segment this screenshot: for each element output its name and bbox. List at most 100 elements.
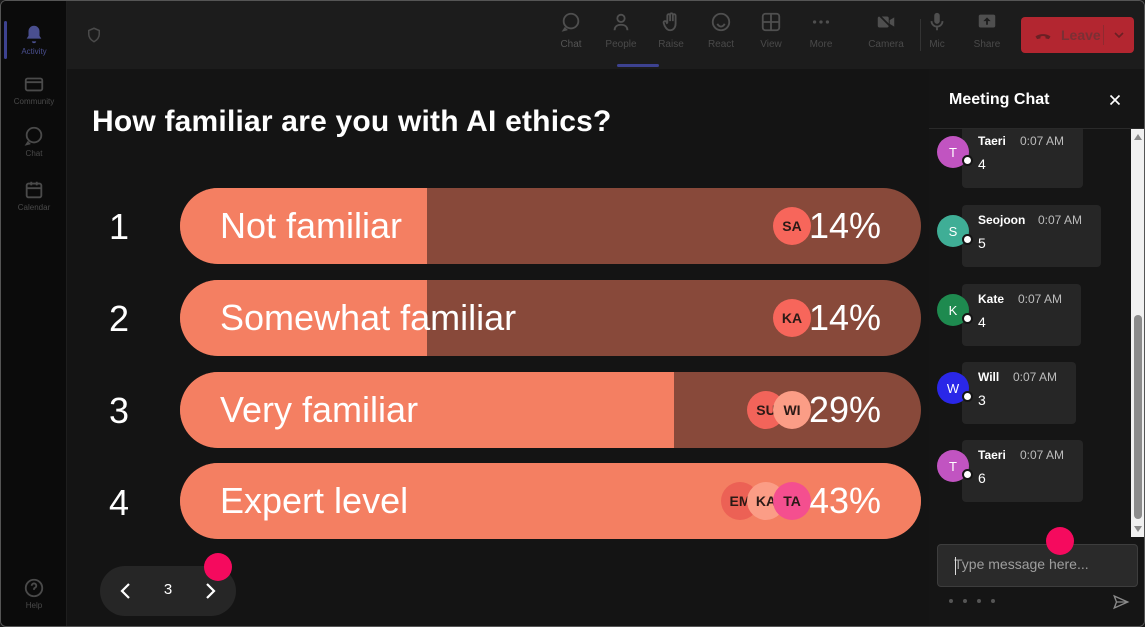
meeting-chat-panel: Meeting Chat Taeri 0:07 AM 4 T Seojoon 0… (929, 69, 1144, 626)
mic-button[interactable]: Mic (915, 11, 959, 61)
chat-icon (561, 12, 580, 32)
message-text: 5 (978, 235, 986, 251)
more-button[interactable]: More (799, 11, 843, 61)
leave-label: Leave (1061, 27, 1101, 43)
sender-name: Will (978, 370, 1000, 384)
poll-option-bar[interactable]: Somewhat familiar KA 14% (180, 280, 921, 356)
chevron-down-icon[interactable] (1111, 27, 1127, 43)
chat-bubble-icon (24, 126, 43, 146)
chat-message: Taeri 0:07 AM 6 T (929, 440, 1131, 506)
react-label: React (707, 39, 735, 50)
message-text: 4 (978, 156, 986, 172)
people-button[interactable]: People (599, 11, 643, 61)
rail-label: Activity (21, 46, 47, 56)
poll-option-bar[interactable]: Very familiar SU WI 29% (180, 372, 921, 448)
voter-avatar: KA (773, 299, 811, 337)
rail-item-help[interactable]: Help (1, 569, 67, 617)
sender-name: Taeri (978, 134, 1006, 148)
rail-label: Help (25, 600, 43, 610)
option-label: Somewhat familiar (220, 297, 517, 338)
chevron-right-icon[interactable] (198, 579, 222, 603)
microphone-icon (930, 12, 944, 31)
sender-name: Kate (978, 292, 1005, 306)
sender-name: Taeri (978, 448, 1006, 462)
chat-message: Seojoon 0:07 AM 5 S (929, 205, 1131, 271)
message-text: 6 (978, 470, 986, 486)
message-time: 0:07 AM (1038, 213, 1083, 227)
rail-label: Community (13, 96, 55, 106)
option-label: Expert level (220, 480, 409, 521)
camera-label: Camera (868, 39, 904, 50)
message-bubble: Seojoon 0:07 AM 5 (962, 205, 1101, 267)
message-time: 0:07 AM (1013, 370, 1058, 384)
grid-icon (761, 12, 781, 32)
option-percent: 43% (808, 480, 881, 521)
presence-dot (962, 313, 973, 324)
chat-message-input[interactable]: Type message here... (937, 544, 1138, 587)
send-icon[interactable] (1112, 593, 1130, 611)
presence-dot (962, 155, 973, 166)
option-number: 4 (108, 482, 130, 523)
rail-label: Calendar (17, 202, 51, 212)
poll-option-bar[interactable]: Expert level EM KA TA 43% (180, 463, 921, 539)
meeting-window: Activity Community Chat Calendar Help Ch… (0, 0, 1145, 627)
poll-question: How familiar are you with AI ethics? (92, 105, 612, 138)
format-tools-icon[interactable] (947, 596, 1007, 606)
share-screen-icon (978, 14, 996, 28)
rail-item-calendar[interactable]: Calendar (1, 171, 67, 219)
community-icon (24, 77, 44, 91)
option-percent: 29% (808, 389, 881, 430)
chat-input-placeholder: Type message here... (954, 556, 1089, 572)
help-icon (24, 578, 44, 597)
share-label: Share (973, 39, 1001, 50)
message-text: 3 (978, 392, 986, 408)
hand-icon (662, 12, 677, 32)
poll-option-bar[interactable]: Not familiar SA 14% (180, 188, 921, 264)
person-icon (613, 13, 629, 31)
poll-panel: How familiar are you with AI ethics? 1 N… (67, 69, 929, 626)
rail-item-chat[interactable]: Chat (1, 117, 67, 165)
calendar-icon (25, 181, 43, 198)
raise-hand-button[interactable]: Raise (649, 11, 693, 61)
rail-item-activity[interactable]: Activity (1, 15, 67, 63)
meeting-toolbar: Chat People Raise React View More Camera (67, 1, 1144, 69)
option-label: Very familiar (220, 389, 419, 430)
phone-hangup-icon (1035, 34, 1051, 40)
ellipsis-icon (812, 20, 830, 24)
option-number: 2 (108, 298, 130, 339)
share-button[interactable]: Share (965, 11, 1009, 61)
option-label: Not familiar (220, 205, 403, 246)
chevron-left-icon[interactable] (114, 579, 138, 603)
people-label: People (605, 39, 637, 50)
scroll-up-arrow[interactable] (1134, 134, 1142, 140)
voter-avatar: WI (773, 391, 811, 429)
message-text: 4 (978, 314, 986, 330)
more-label: More (809, 39, 833, 50)
chat-title: Meeting Chat (949, 91, 1050, 108)
bell-icon (26, 25, 42, 43)
presence-dot (962, 391, 973, 402)
chat-message: Taeri 0:07 AM 4 T (929, 129, 1131, 192)
react-button[interactable]: React (699, 11, 743, 61)
camera-button[interactable]: Camera (864, 11, 908, 61)
rail-item-community[interactable]: Community (1, 65, 67, 113)
voter-avatar: SA (773, 207, 811, 245)
presence-dot (962, 234, 973, 245)
chat-scrollbar[interactable] (1131, 129, 1144, 537)
message-bubble: Taeri 0:07 AM 4 (962, 129, 1083, 188)
chat-button[interactable]: Chat (549, 11, 593, 61)
cursor-marker (1046, 527, 1074, 555)
message-time: 0:07 AM (1020, 448, 1065, 462)
page-number: 3 (163, 581, 173, 598)
leave-button[interactable]: Leave (1021, 17, 1134, 53)
option-number: 1 (108, 206, 130, 247)
active-tab-indicator (617, 64, 659, 67)
view-button[interactable]: View (749, 11, 793, 61)
chat-message: Kate 0:07 AM 4 K (929, 284, 1131, 350)
camera-off-icon (877, 13, 895, 31)
close-icon[interactable] (1106, 91, 1124, 109)
text-caret (955, 557, 956, 575)
message-time: 0:07 AM (1020, 134, 1065, 148)
scroll-down-arrow[interactable] (1134, 526, 1142, 532)
scroll-thumb[interactable] (1134, 315, 1142, 519)
